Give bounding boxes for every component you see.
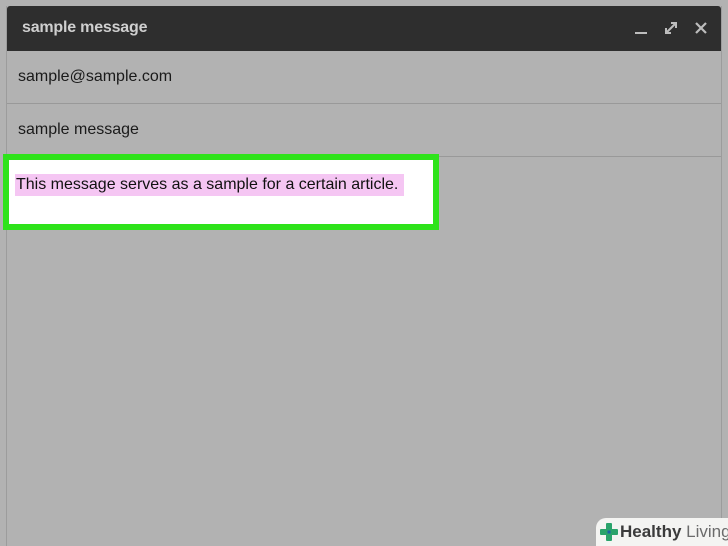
screen: sample message sample@sample.com sample … — [0, 0, 728, 546]
subject-field[interactable]: sample message — [7, 104, 721, 157]
watermark: Healthy Living — [596, 518, 728, 546]
compose-window: sample message sample@sample.com sample … — [3, 6, 722, 546]
to-field[interactable]: sample@sample.com — [7, 51, 721, 104]
close-icon[interactable] — [691, 18, 711, 38]
selected-body-text[interactable]: This message serves as a sample for a ce… — [15, 174, 405, 196]
highlight-box: This message serves as a sample for a ce… — [3, 154, 439, 230]
watermark-brand-bold: Healthy — [620, 522, 682, 541]
compose-title: sample message — [22, 19, 148, 36]
subject-field-value: sample message — [18, 121, 139, 138]
watermark-brand-light: Living — [686, 522, 728, 541]
cross-logo-icon — [599, 522, 619, 542]
expand-icon[interactable] — [661, 18, 681, 38]
compose-titlebar[interactable]: sample message — [7, 6, 721, 51]
watermark-text: Healthy Living — [620, 522, 728, 542]
to-field-value: sample@sample.com — [18, 68, 173, 85]
minimize-icon[interactable] — [631, 18, 651, 38]
